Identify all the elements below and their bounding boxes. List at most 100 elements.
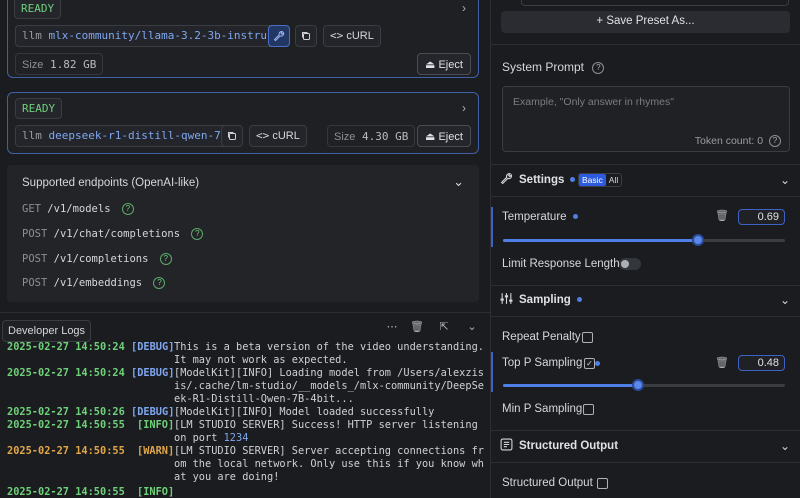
eject-button[interactable]: ⏏ Eject [417, 53, 471, 75]
log-message: at you are doing! [174, 471, 280, 483]
modified-accent [491, 352, 493, 392]
model-card-deepseek[interactable]: READY › llm deepseek-r1-distill-qwen-7b … [7, 92, 479, 154]
temperature-input[interactable]: 0.69 [738, 209, 785, 225]
chevron-right-icon[interactable]: › [462, 101, 466, 115]
toggle-knob [621, 260, 629, 268]
log-message: is/.cache/lm-studio/__models_/mlx-commun… [174, 380, 484, 392]
log-timestamp: 2025-02-27 14:50:55 [7, 419, 125, 431]
endpoint-method: GET [22, 203, 41, 215]
help-icon[interactable]: ? [191, 228, 204, 240]
token-count-label: Token count: 0 [694, 134, 764, 147]
copy-button[interactable] [221, 125, 243, 147]
open-external-icon[interactable]: ⇱ [436, 320, 452, 334]
more-icon[interactable]: ⋯ [384, 320, 400, 334]
repeat-penalty-row: Repeat Penalty [491, 325, 800, 349]
log-message: [LM STUDIO SERVER] Server accepting conn… [174, 445, 484, 457]
reset-trash-icon[interactable]: 🗑 [715, 209, 729, 222]
settings-sidebar: + Save Preset As... System Prompt ? Exam… [491, 0, 800, 498]
settings-title: Settings [519, 174, 576, 186]
modified-dot [572, 214, 578, 220]
log-level: [DEBUG] [131, 367, 175, 379]
tab-developer-logs[interactable]: Developer Logs [2, 320, 92, 342]
help-icon[interactable]: ? [592, 61, 605, 74]
min-p-checkbox[interactable] [583, 404, 594, 415]
endpoint-path: /v1/chat/completions [53, 228, 181, 240]
structured-output-checkbox[interactable] [597, 478, 608, 489]
structured-output-section-header[interactable]: Structured Output ⌄ [491, 431, 800, 461]
log-timestamp: 2025-02-27 14:50:55 [7, 486, 125, 498]
trash-icon[interactable]: 🗑 [409, 320, 425, 334]
slider-fill [503, 384, 638, 387]
eject-icon: ⏏ [425, 131, 436, 143]
copy-button[interactable] [295, 25, 317, 47]
repeat-penalty-label: Repeat Penalty [502, 331, 581, 343]
wrench-icon [500, 172, 514, 186]
divider [0, 312, 490, 313]
log-timestamp: 2025-02-27 14:50:26 [7, 406, 125, 418]
chevron-down-icon[interactable]: ⌄ [780, 173, 790, 187]
slider-thumb[interactable] [692, 234, 704, 246]
preset-field[interactable] [521, 0, 789, 6]
code-icon: <> [256, 129, 270, 142]
log-message: [LM STUDIO SERVER] Success! HTTP server … [174, 419, 478, 431]
help-icon[interactable]: ? [121, 203, 134, 215]
log-entry: 2025-02-27 14:50:24 [DEBUG] [7, 341, 174, 354]
copy-icon [302, 32, 310, 40]
temperature-label-text: Temperature [502, 211, 567, 223]
settings-wrench-button[interactable] [268, 25, 290, 47]
structured-output-row: Structured Output [491, 471, 800, 495]
curl-label: cURL [346, 30, 374, 42]
endpoint-path: /v1/completions [53, 253, 149, 265]
chevron-down-icon[interactable]: ⌄ [780, 439, 790, 453]
supported-endpoints-panel: Supported endpoints (OpenAI-like) ⌄ GET … [7, 165, 479, 302]
status-badge: READY [15, 98, 63, 119]
endpoint-row: POST /v1/chat/completions ? [22, 228, 204, 240]
save-preset-button[interactable]: + Save Preset As... [501, 11, 790, 33]
endpoint-row: GET /v1/models ? [22, 203, 134, 215]
copy-icon [228, 132, 236, 140]
log-level: [WARN] [137, 445, 175, 457]
log-message: om the local network. Only use this if y… [174, 458, 484, 470]
tab-basic[interactable]: Basic [579, 174, 606, 186]
chevron-down-icon[interactable]: ⌄ [780, 293, 790, 307]
tab-all[interactable]: All [606, 174, 621, 186]
curl-button[interactable]: <> cURL [323, 25, 381, 47]
model-card-llama[interactable]: › llm mlx-community/llama-3.2-3b-instruc… [7, 0, 479, 78]
log-message: ek-R1-Distill-Qwen-7B-4bit... [174, 393, 354, 405]
eject-icon: ⏏ [425, 59, 436, 71]
limit-response-toggle[interactable] [619, 258, 641, 270]
modified-accent [491, 207, 493, 247]
chevron-down-icon[interactable]: ⌄ [464, 320, 480, 334]
log-level: [DEBUG] [131, 341, 175, 353]
chevron-right-icon[interactable]: › [462, 1, 466, 15]
slider-thumb[interactable] [632, 379, 644, 391]
settings-section-header[interactable]: Settings Basic All ⌄ [491, 165, 800, 195]
eject-button[interactable]: ⏏ Eject [417, 125, 471, 147]
sampling-section-header[interactable]: Sampling ⌄ [491, 285, 800, 315]
curl-button[interactable]: <> cURL [249, 125, 307, 147]
top-p-label: Top P Sampling [502, 357, 582, 369]
chevron-down-icon[interactable]: ⌄ [453, 174, 464, 190]
top-p-slider[interactable] [503, 379, 785, 391]
system-prompt-input[interactable]: Example, "Only answer in rhymes" Token c… [502, 86, 790, 152]
help-icon[interactable]: ? [159, 253, 172, 265]
endpoint-method: POST [22, 277, 48, 289]
help-icon[interactable]: ? [153, 277, 166, 289]
system-prompt-label: System Prompt [502, 60, 585, 74]
model-name: mlx-community/llama-3.2-3b-instruct [48, 29, 281, 42]
endpoint-row: POST /v1/completions ? [22, 253, 172, 265]
temperature-slider[interactable] [503, 234, 785, 246]
basic-all-toggle[interactable]: Basic All [578, 173, 623, 187]
model-size: Size 1.82 GB [15, 53, 104, 75]
log-level: [INFO] [137, 486, 175, 498]
top-p-checkbox[interactable]: ✓ [584, 358, 595, 369]
help-icon[interactable]: ? [769, 135, 781, 147]
endpoint-row: POST /v1/embeddings ? [22, 277, 166, 289]
reset-trash-icon[interactable]: 🗑 [715, 356, 729, 369]
top-p-input[interactable]: 0.48 [738, 355, 785, 371]
save-preset-label: Save Preset As... [606, 15, 695, 27]
size-value: 4.30 GB [362, 130, 409, 143]
repeat-penalty-checkbox[interactable] [582, 332, 593, 343]
left-pane: › llm mlx-community/llama-3.2-3b-instruc… [0, 0, 490, 498]
divider [491, 316, 800, 317]
